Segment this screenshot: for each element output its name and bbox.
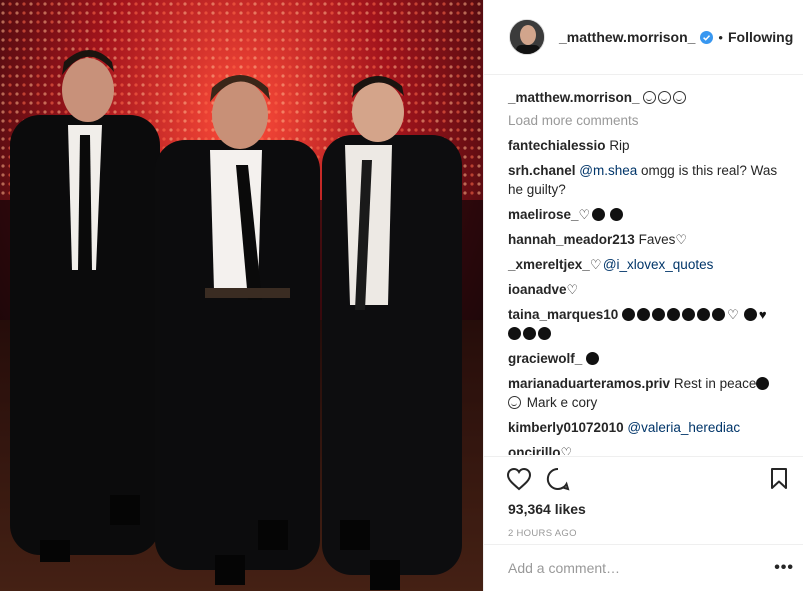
caption-username[interactable]: _matthew.morrison_ — [508, 90, 640, 105]
comment-username[interactable]: oncirillo — [508, 445, 561, 455]
sad-face-icon — [508, 396, 521, 409]
avatar-image — [510, 20, 544, 54]
comment-text: Rip — [609, 138, 630, 153]
crying-face-icon — [637, 308, 651, 321]
heart-eyes-icon — [591, 208, 605, 221]
comment-row: ioanadve — [508, 280, 784, 299]
comment-username[interactable]: ioanadve — [508, 282, 567, 297]
like-heart-icon[interactable] — [506, 467, 532, 491]
comment-row: graciewolf_ — [508, 349, 784, 368]
crying-face-icon — [682, 308, 696, 321]
heart-outline-icon — [567, 280, 579, 299]
comment-username[interactable]: marianaduarteramos.priv — [508, 376, 670, 391]
comment-row: fantechialessio Rip — [508, 136, 784, 155]
smiling-face-icon — [673, 91, 687, 104]
post-panel: _matthew.morrison_ • Following _matthew.… — [483, 0, 803, 591]
more-options-icon[interactable]: ••• — [774, 559, 794, 577]
comment-bubble-icon[interactable] — [546, 467, 570, 491]
comment-row: oncirillo — [508, 443, 784, 455]
comment-row: marianaduarteramos.priv Rest in peace Ma… — [508, 374, 784, 412]
add-comment-bar: Add a comment… ••• — [484, 544, 803, 591]
smiling-face-icon — [643, 91, 657, 104]
comment-username[interactable]: graciewolf_ — [508, 351, 582, 366]
add-comment-input[interactable]: Add a comment… — [508, 560, 620, 576]
heart-icon — [759, 305, 771, 324]
crying-face-icon — [538, 327, 551, 340]
post-header: _matthew.morrison_ • Following — [484, 0, 803, 75]
crying-face-icon — [586, 352, 600, 365]
caption: _matthew.morrison_ — [508, 88, 784, 107]
comment-mention[interactable]: @i_xlovex_quotes — [603, 257, 714, 272]
comment-row: srh.chanel @m.shea omgg is this real? Wa… — [508, 161, 784, 199]
crying-face-icon — [743, 308, 757, 321]
verified-badge-icon — [700, 30, 714, 44]
crying-face-icon — [652, 308, 666, 321]
comment-username[interactable]: hannah_meador213 — [508, 232, 635, 247]
crying-face-icon — [756, 377, 770, 390]
comments-list: _matthew.morrison_ Load more comments fa… — [484, 75, 803, 455]
comment-row: kimberly01072010 @valeria_herediac — [508, 418, 784, 437]
heart-outline-icon — [675, 230, 687, 249]
comment-username[interactable]: taina_marques10 — [508, 307, 618, 322]
comment-row: _xmereltjex_ @i_xlovex_quotes — [508, 255, 784, 274]
load-more-comments[interactable]: Load more comments — [508, 113, 784, 128]
header-separator: • — [718, 29, 723, 45]
heart-outline-icon — [561, 443, 573, 455]
crying-face-icon — [667, 308, 681, 321]
header-username[interactable]: _matthew.morrison_ — [559, 29, 695, 45]
comment-username[interactable]: kimberly01072010 — [508, 420, 624, 435]
comment-username[interactable]: fantechialessio — [508, 138, 606, 153]
crying-face-icon — [508, 327, 521, 340]
photo-canvas — [0, 0, 483, 591]
bookmark-icon[interactable] — [770, 468, 788, 490]
heart-outline-icon — [590, 255, 602, 274]
heart-eyes-icon — [610, 208, 624, 221]
comment-mention[interactable]: @valeria_herediac — [627, 420, 740, 435]
crying-face-icon — [523, 327, 536, 340]
crying-face-icon — [712, 308, 726, 321]
comment-text-extra: Mark e cory — [526, 395, 598, 410]
comment-username[interactable]: srh.chanel — [508, 163, 576, 178]
post-photo[interactable] — [0, 0, 483, 591]
broken-heart-icon — [727, 305, 739, 324]
comment-username[interactable]: _xmereltjex_ — [508, 257, 590, 272]
crying-face-icon — [697, 308, 711, 321]
smiling-face-icon — [658, 91, 672, 104]
likes-count[interactable]: 93,364 likes — [484, 501, 803, 517]
heart-outline-icon — [579, 205, 591, 224]
comment-username[interactable]: maelirose_ — [508, 207, 579, 222]
comment-row: hannah_meador213 Faves — [508, 230, 784, 249]
crying-face-icon — [622, 308, 636, 321]
avatar[interactable] — [509, 19, 545, 55]
post-actions: 93,364 likes 2 HOURS AGO — [484, 456, 803, 544]
comment-text: Rest in peace — [673, 376, 757, 391]
comment-row: maelirose_ — [508, 205, 784, 224]
following-button[interactable]: Following — [728, 29, 793, 45]
comment-row: taina_marques10 — [508, 305, 784, 343]
comment-mention[interactable]: @m.shea — [579, 163, 637, 178]
comment-text: Faves — [638, 232, 676, 247]
post-timestamp[interactable]: 2 HOURS AGO — [484, 528, 803, 539]
